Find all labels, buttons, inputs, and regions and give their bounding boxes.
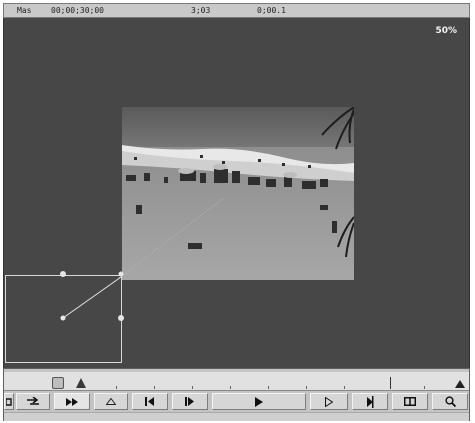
play-icon: [255, 396, 263, 407]
transport-controls: [3, 368, 470, 421]
swap-arrows-icon: [27, 396, 39, 405]
triangle-outline-icon: [106, 398, 116, 405]
step-back-icon: [145, 397, 154, 406]
timeline-tick: [344, 386, 345, 389]
keyframe-button[interactable]: [94, 393, 128, 410]
timeline-tick: [230, 386, 231, 389]
zoom-button[interactable]: [432, 393, 468, 410]
fast-forward-button[interactable]: [54, 393, 90, 410]
play-button[interactable]: [212, 393, 306, 410]
snap-button[interactable]: [4, 393, 14, 410]
timeline-end-arrow-icon[interactable]: [455, 380, 465, 388]
play-out-button[interactable]: [310, 393, 348, 410]
scrub-thumb[interactable]: [52, 377, 64, 389]
split-view-icon: [404, 397, 416, 406]
timeline-tick: [268, 386, 269, 389]
timeline-tick: [424, 386, 425, 389]
timecode-info-bar: Mas 00;00;30;00 3;03 0;00.1: [3, 3, 470, 18]
video-frame[interactable]: [122, 107, 354, 280]
play-outline-icon: [325, 396, 333, 407]
timeline-scrub-bar[interactable]: [4, 372, 469, 391]
out-point-marker: [390, 377, 391, 389]
transport-button-row: [4, 393, 469, 411]
zoom-level[interactable]: 50%: [435, 26, 457, 36]
timeline-tick: [192, 386, 193, 389]
magnifier-icon: [444, 396, 456, 407]
program-viewer[interactable]: 50%: [3, 18, 470, 368]
video-monitor-window: Mas 00;00;30;00 3;03 0;00.1 50%: [0, 0, 475, 423]
timeline-tick: [116, 386, 117, 389]
play-to-end-icon: [366, 395, 373, 408]
playhead-icon[interactable]: [76, 378, 86, 388]
beach-scene-image: [122, 107, 354, 280]
play-to-end-button[interactable]: [352, 393, 388, 410]
monitor-label: Mas: [17, 6, 32, 15]
snap-icon: [6, 397, 12, 406]
duration-timecode: 3;03: [191, 6, 211, 15]
step-forward-button[interactable]: [172, 393, 208, 410]
offset-timecode: 0;00.1: [257, 6, 286, 15]
timeline-tick: [154, 386, 155, 389]
transport-footer: [4, 412, 469, 421]
fast-forward-icon: [66, 397, 78, 406]
split-view-button[interactable]: [392, 393, 428, 410]
timeline-tick: [306, 386, 307, 389]
step-forward-icon: [185, 397, 194, 406]
motion-bounding-box[interactable]: [5, 275, 122, 363]
step-back-button[interactable]: [132, 393, 168, 410]
swap-button[interactable]: [16, 393, 50, 410]
current-timecode: 00;00;30;00: [51, 6, 104, 15]
